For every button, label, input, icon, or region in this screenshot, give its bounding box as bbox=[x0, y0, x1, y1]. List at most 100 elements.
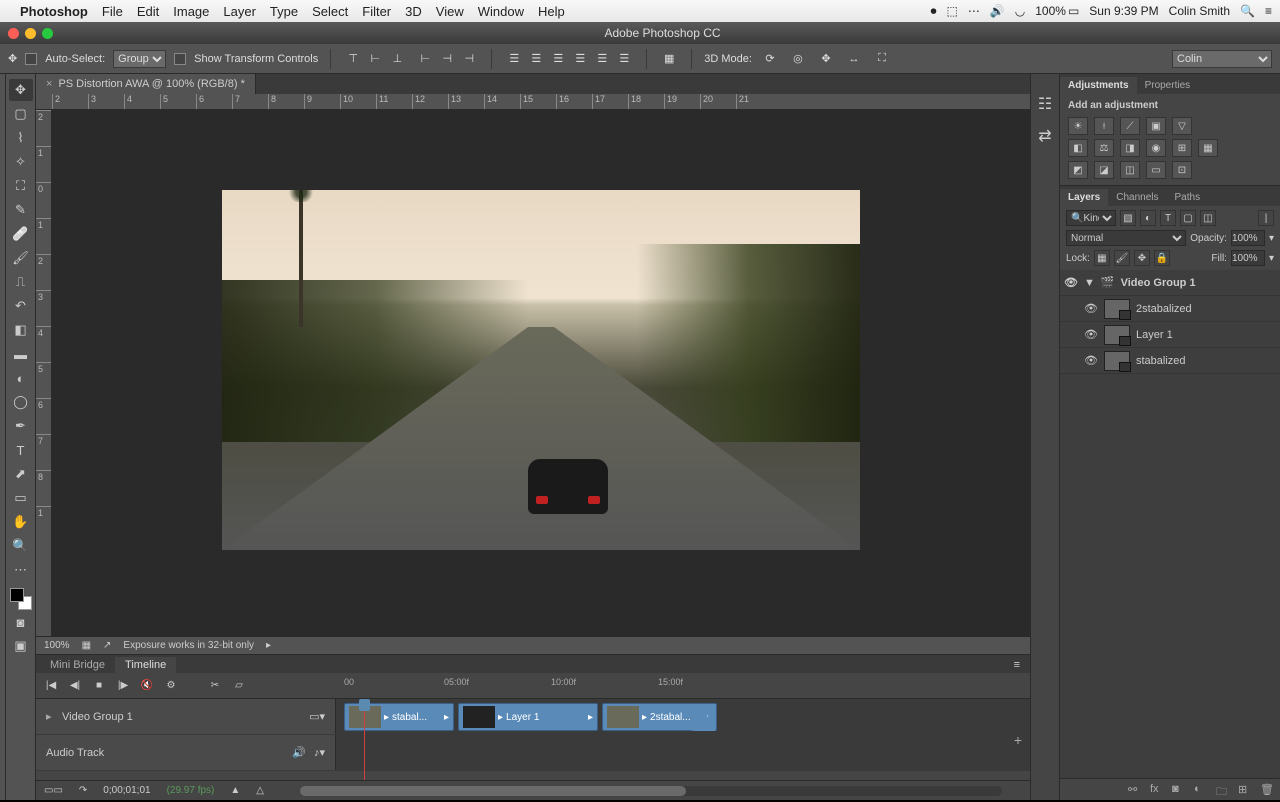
actions-panel-icon[interactable]: ⇄ bbox=[1035, 126, 1055, 146]
more-icon[interactable]: ⋯ bbox=[968, 4, 980, 18]
split-clip-button[interactable]: ✂ bbox=[208, 679, 222, 693]
layer-name[interactable]: 2stabalized bbox=[1136, 303, 1192, 315]
tab-mini-bridge[interactable]: Mini Bridge bbox=[40, 657, 115, 673]
history-brush-tool[interactable]: ↶ bbox=[9, 295, 33, 317]
show-transform-checkbox[interactable] bbox=[174, 53, 186, 65]
lasso-tool[interactable]: ⌇ bbox=[9, 127, 33, 149]
align-hcenter-icon[interactable]: ⊣ bbox=[437, 50, 457, 68]
color-lookup-adjustment-icon[interactable]: ▦ bbox=[1198, 139, 1218, 157]
quick-mask-tool[interactable]: ◙ bbox=[9, 611, 33, 633]
menu-edit[interactable]: Edit bbox=[137, 4, 159, 19]
notifications-icon[interactable]: ≡ bbox=[1265, 4, 1272, 18]
go-to-start-button[interactable]: |◀ bbox=[44, 679, 58, 693]
hue-adjustment-icon[interactable]: ◧ bbox=[1068, 139, 1088, 157]
audio-options-icon[interactable]: ♪▾ bbox=[314, 746, 325, 759]
visibility-icon[interactable]: 👁 bbox=[1084, 328, 1098, 341]
render-icon[interactable]: ↷ bbox=[79, 785, 87, 796]
add-audio-track-button[interactable]: + bbox=[1014, 732, 1022, 748]
auto-select-dropdown[interactable]: Group bbox=[113, 50, 166, 68]
align-left-icon[interactable]: ⊢ bbox=[415, 50, 435, 68]
screencast-icon[interactable]: ⏺ bbox=[930, 4, 936, 19]
opacity-input[interactable] bbox=[1231, 230, 1265, 246]
selective-color-adjustment-icon[interactable]: ⊡ bbox=[1172, 161, 1192, 179]
brush-tool[interactable]: 🖌 bbox=[9, 247, 33, 269]
layer-item[interactable]: 👁2stabalized bbox=[1060, 296, 1280, 322]
settings-icon[interactable]: ⚙ bbox=[164, 679, 178, 693]
layer-thumbnail[interactable] bbox=[1104, 299, 1130, 319]
document-tab[interactable]: × PS Distortion AWA @ 100% (RGB/8) * bbox=[36, 74, 256, 94]
3d-roll-icon[interactable]: ◎ bbox=[788, 50, 808, 68]
play-button[interactable]: ■ bbox=[92, 679, 106, 693]
menu-help[interactable]: Help bbox=[538, 4, 565, 19]
status-chevron-icon[interactable]: ▸ bbox=[266, 640, 271, 651]
distribute-right-icon[interactable]: ☰ bbox=[614, 50, 634, 68]
path-select-tool[interactable]: ⬈ bbox=[9, 463, 33, 485]
3d-slide-icon[interactable]: ↔ bbox=[844, 50, 864, 68]
crop-tool[interactable]: ⛶ bbox=[9, 175, 33, 197]
curves-adjustment-icon[interactable]: ⟋ bbox=[1120, 117, 1140, 135]
zoom-window-button[interactable] bbox=[42, 28, 53, 39]
marquee-tool[interactable]: ▢ bbox=[9, 103, 33, 125]
tab-channels[interactable]: Channels bbox=[1108, 189, 1166, 206]
menu-select[interactable]: Select bbox=[312, 4, 348, 19]
status-export-icon[interactable]: ↗ bbox=[103, 640, 111, 651]
filter-pixel-icon[interactable]: ▧ bbox=[1120, 210, 1136, 226]
visibility-icon[interactable]: 👁 bbox=[1084, 354, 1098, 367]
next-frame-button[interactable]: |▶ bbox=[116, 679, 130, 693]
battery-status[interactable]: 100% ▭ bbox=[1035, 4, 1079, 18]
distribute-vcenter-icon[interactable]: ☰ bbox=[526, 50, 546, 68]
close-tab-icon[interactable]: × bbox=[46, 78, 52, 90]
brightness-adjustment-icon[interactable]: ☀ bbox=[1068, 117, 1088, 135]
layer-name[interactable]: Video Group 1 bbox=[1121, 277, 1196, 289]
exposure-adjustment-icon[interactable]: ▣ bbox=[1146, 117, 1166, 135]
bw-adjustment-icon[interactable]: ◨ bbox=[1120, 139, 1140, 157]
clone-stamp-tool[interactable]: ⎍ bbox=[9, 271, 33, 293]
expand-track-icon[interactable]: ▸ bbox=[46, 710, 54, 723]
menu-layer[interactable]: Layer bbox=[223, 4, 256, 19]
tab-properties[interactable]: Properties bbox=[1137, 77, 1199, 94]
type-tool[interactable]: T bbox=[9, 439, 33, 461]
expand-group-icon[interactable]: ▼ bbox=[1084, 277, 1095, 289]
lock-image-icon[interactable]: 🖌 bbox=[1114, 250, 1130, 266]
gradient-tool[interactable]: ▬ bbox=[9, 343, 33, 365]
visibility-icon[interactable]: 👁 bbox=[1064, 276, 1078, 289]
ruler-horizontal[interactable]: 23456789101112131415161718192021 bbox=[36, 94, 1030, 110]
tab-timeline[interactable]: Timeline bbox=[115, 657, 176, 673]
frame-mode-icon[interactable]: ▭▭ bbox=[44, 785, 63, 796]
eyedropper-tool[interactable]: ✎ bbox=[9, 199, 33, 221]
opacity-dropdown-icon[interactable]: ▾ bbox=[1269, 233, 1274, 244]
color-balance-adjustment-icon[interactable]: ⚖ bbox=[1094, 139, 1114, 157]
align-right-icon[interactable]: ⊣ bbox=[459, 50, 479, 68]
tab-layers[interactable]: Layers bbox=[1060, 189, 1108, 206]
filter-type-icon[interactable]: T bbox=[1160, 210, 1176, 226]
align-top-icon[interactable]: ⊤ bbox=[343, 50, 363, 68]
timecode[interactable]: 0;00;01;01 bbox=[103, 785, 150, 796]
distribute-hcenter-icon[interactable]: ☰ bbox=[592, 50, 612, 68]
new-layer-icon[interactable]: ⊞ bbox=[1238, 783, 1252, 797]
menu-file[interactable]: File bbox=[102, 4, 123, 19]
layer-item[interactable]: 👁Layer 1 bbox=[1060, 322, 1280, 348]
wifi-icon[interactable]: ◡ bbox=[1015, 4, 1025, 18]
posterize-adjustment-icon[interactable]: ◪ bbox=[1094, 161, 1114, 179]
fill-dropdown-icon[interactable]: ▾ bbox=[1269, 253, 1274, 264]
zoom-tool[interactable]: 🔍 bbox=[9, 535, 33, 557]
new-adjustment-layer-icon[interactable]: ◐ bbox=[1194, 783, 1208, 797]
levels-adjustment-icon[interactable]: ⟊ bbox=[1094, 117, 1114, 135]
filter-smart-icon[interactable]: ◫ bbox=[1200, 210, 1216, 226]
app-name[interactable]: Photoshop bbox=[20, 4, 88, 19]
3d-drag-icon[interactable]: ✥ bbox=[816, 50, 836, 68]
menu-image[interactable]: Image bbox=[173, 4, 209, 19]
canvas[interactable] bbox=[222, 190, 860, 550]
prev-frame-button[interactable]: ◀| bbox=[68, 679, 82, 693]
filter-toggle[interactable]: | bbox=[1258, 210, 1274, 226]
healing-brush-tool[interactable]: 🩹 bbox=[9, 223, 33, 245]
clock[interactable]: Sun 9:39 PM bbox=[1089, 4, 1158, 18]
layer-thumbnail[interactable] bbox=[1104, 325, 1130, 345]
tab-paths[interactable]: Paths bbox=[1167, 189, 1209, 206]
auto-select-checkbox[interactable] bbox=[25, 53, 37, 65]
mute-button[interactable]: 🔇 bbox=[140, 679, 154, 693]
layer-filter-kind[interactable]: 🔍Kind bbox=[1066, 210, 1116, 226]
blend-mode-dropdown[interactable]: Normal bbox=[1066, 230, 1186, 246]
menu-3d[interactable]: 3D bbox=[405, 4, 422, 19]
delete-layer-icon[interactable]: 🗑 bbox=[1260, 783, 1274, 797]
